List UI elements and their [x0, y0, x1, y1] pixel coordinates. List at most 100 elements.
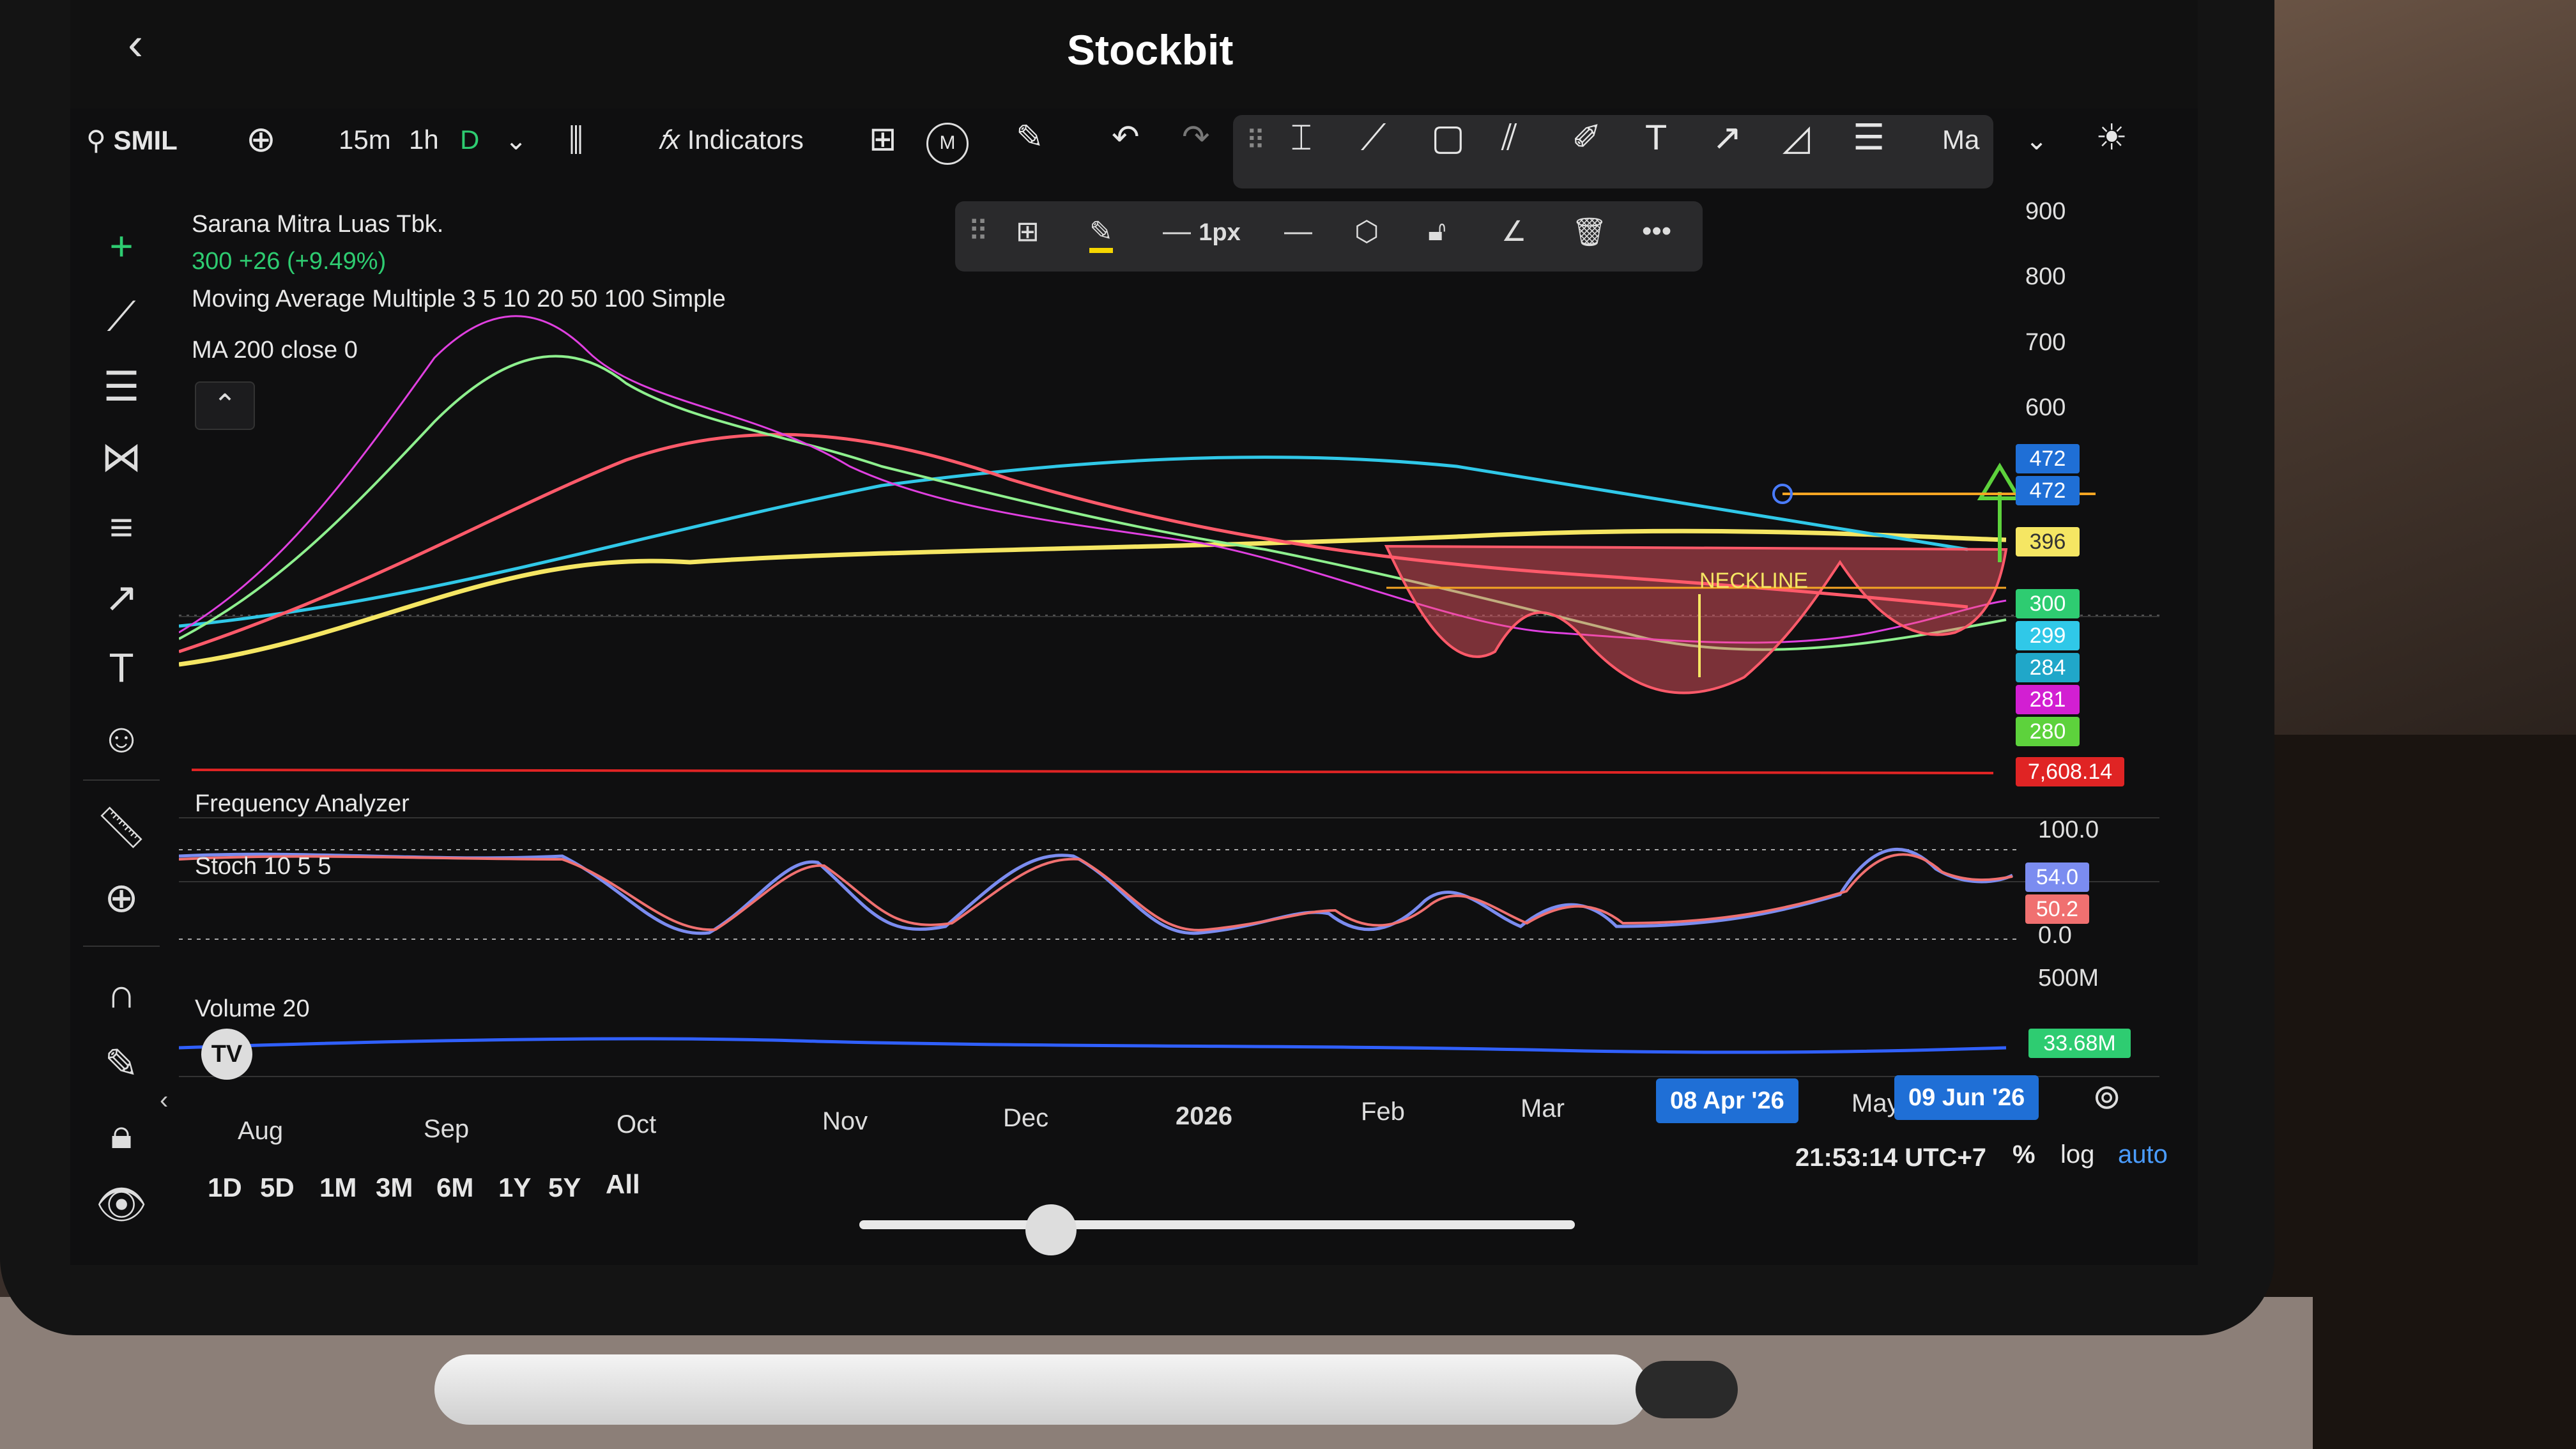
range-5y[interactable]: 5Y: [548, 1172, 581, 1203]
app-title: Stockbit: [1067, 26, 1234, 73]
volume-value-tag: 33.68M: [2028, 1029, 2131, 1058]
line-icon[interactable]: ⟋: [93, 288, 150, 345]
channel-tool-icon[interactable]: ⫽: [1501, 116, 1517, 159]
date-pill-start[interactable]: 08 Apr '26: [1656, 1078, 1798, 1123]
pattern-icon[interactable]: ⋈: [93, 428, 150, 486]
auto-toggle[interactable]: auto: [2118, 1140, 2168, 1169]
collapse-legend-chevron-icon[interactable]: ⌃: [195, 381, 255, 430]
percent-toggle[interactable]: %: [2012, 1140, 2035, 1169]
crosshair-icon[interactable]: +: [93, 217, 150, 275]
symbol-search[interactable]: ⚲ SMIL: [86, 125, 178, 156]
ray-tool-icon[interactable]: ↗: [1712, 116, 1742, 158]
interval-dropdown-chevron-icon[interactable]: ⌄: [505, 125, 527, 156]
time-axis-label: Feb: [1361, 1098, 1405, 1126]
clock-timezone[interactable]: 21:53:14 UTC+7: [1795, 1144, 1986, 1172]
time-axis-label: Sep: [424, 1115, 470, 1143]
time-axis-label: May: [1851, 1089, 1900, 1117]
function-icon: 𝑓x: [658, 125, 680, 155]
stoch-axis-upper: 100.0: [2038, 816, 2099, 843]
range-5d[interactable]: 5D: [260, 1172, 295, 1203]
ruler-icon[interactable]: 📏︎: [93, 799, 150, 856]
interval-15m[interactable]: 15m: [339, 125, 391, 155]
interval-d[interactable]: D: [460, 125, 479, 155]
range-6m[interactable]: 6M: [436, 1172, 473, 1203]
sidebar-divider: [83, 946, 160, 947]
top-bar: ‹ Stockbit: [70, 0, 2198, 109]
indicators-button[interactable]: 𝑓x Indicators: [658, 125, 804, 156]
horizontal-lines-icon[interactable]: ☰: [93, 358, 150, 415]
undo-icon[interactable]: ↶: [1112, 118, 1140, 157]
brush-icon[interactable]: ✎: [1016, 118, 1044, 157]
zoom-in-icon[interactable]: ⊕: [93, 869, 150, 926]
add-symbol-plus-icon[interactable]: ⊕: [246, 118, 276, 160]
redo-icon[interactable]: ↷: [1182, 118, 1210, 157]
volume-label[interactable]: Volume 20: [195, 995, 310, 1023]
price-tag-472: 472: [2016, 476, 2080, 505]
rectangle-tool-icon[interactable]: ▢: [1431, 116, 1465, 158]
price-tag-284: 284: [2016, 653, 2080, 682]
text-icon[interactable]: T: [93, 639, 150, 696]
instrument-quote: 300 +26 (+9.49%): [192, 248, 387, 275]
range-1m[interactable]: 1M: [319, 1172, 356, 1203]
stylus-tip: [1636, 1361, 1738, 1418]
frequency-value-tag: 7,608.14: [2016, 757, 2124, 786]
emoji-icon[interactable]: ☺: [93, 709, 150, 767]
background-wallpaper: [2223, 0, 2576, 735]
fib-tool-icon[interactable]: ☰: [1853, 116, 1885, 158]
back-chevron-icon[interactable]: ‹: [128, 18, 143, 70]
fib-levels-icon[interactable]: ≡: [93, 498, 150, 556]
time-axis-label: Dec: [1003, 1104, 1049, 1132]
cursor-text-tool-icon[interactable]: ⌶: [1291, 116, 1312, 159]
measure-line-icon[interactable]: ↗: [93, 569, 150, 626]
interval-1h[interactable]: 1h: [409, 125, 439, 155]
layout-grid-icon[interactable]: ⊞: [869, 120, 897, 158]
cup-and-handle-pattern: [1384, 544, 2008, 694]
lock-icon[interactable]: 🔒︎: [93, 1105, 150, 1163]
range-3m[interactable]: 3M: [376, 1172, 413, 1203]
price-tag-299: 299: [2016, 621, 2080, 650]
trendline-tool-icon[interactable]: ⟋: [1361, 116, 1386, 159]
ma-dropdown-chevron-icon[interactable]: ⌄: [2025, 125, 2048, 156]
stoch-d-tag: 50.2: [2025, 894, 2089, 924]
magnet-icon[interactable]: ∩: [93, 965, 150, 1022]
range-all[interactable]: All: [606, 1169, 640, 1200]
home-indicator[interactable]: [859, 1220, 1575, 1229]
chart-canvas[interactable]: NECKLINE: [179, 192, 2204, 1118]
search-icon: ⚲: [86, 125, 106, 155]
text-tool-icon[interactable]: T: [1645, 116, 1667, 158]
time-axis-label: Nov: [822, 1107, 868, 1135]
time-axis-label: 2026: [1176, 1102, 1232, 1130]
collapse-sidebar-chevron-icon[interactable]: ‹: [160, 1086, 168, 1115]
instrument-name: Sarana Mitra Luas Tbk.: [192, 211, 444, 238]
log-toggle[interactable]: log: [2060, 1140, 2094, 1169]
date-pill-end[interactable]: 09 Jun '26: [1894, 1075, 2039, 1120]
range-1d[interactable]: 1D: [208, 1172, 242, 1203]
scroll-knob[interactable]: [1025, 1204, 1077, 1255]
stoch-k-line: [179, 847, 2014, 935]
brush-tool-icon[interactable]: ✐: [1572, 116, 1602, 158]
m-badge-button[interactable]: M: [926, 123, 969, 165]
time-axis-settings-icon[interactable]: ⊚: [2092, 1077, 2121, 1117]
ma-select[interactable]: Ma: [1942, 125, 1979, 155]
tradingview-logo-icon[interactable]: TV: [201, 1029, 252, 1080]
price-tag-396: 396: [2016, 527, 2080, 556]
volume-ma-line: [179, 1037, 2007, 1054]
visibility-eye-icon[interactable]: 👁︎: [93, 1176, 150, 1233]
stoch-k-tag: 54.0: [2025, 862, 2089, 892]
range-1y[interactable]: 1Y: [498, 1172, 531, 1203]
price-axis-label: 700: [2025, 329, 2066, 356]
frequency-analyzer-label[interactable]: Frequency Analyzer: [195, 790, 410, 818]
drag-handle-icon[interactable]: ⠿: [1246, 125, 1266, 156]
candle-type-icon[interactable]: ⫼: [569, 121, 583, 159]
time-axis-label: Mar: [1521, 1094, 1565, 1123]
indicator-ma-200[interactable]: MA 200 close 0: [192, 337, 358, 364]
app-screen: ‹ Stockbit ⚲ SMIL ⊕ 15m 1h D ⌄ ⫼ 𝑓x Indi…: [70, 0, 2198, 1265]
stoch-label[interactable]: Stoch 10 5 5: [195, 853, 331, 880]
volume-axis-label: 500M: [2038, 965, 2099, 992]
indicator-ma-multiple[interactable]: Moving Average Multiple 3 5 10 20 50 100…: [192, 286, 726, 313]
stay-drawing-icon[interactable]: ✎: [93, 1035, 150, 1092]
angle-tool-icon[interactable]: ◿: [1782, 116, 1810, 158]
price-axis-label: 600: [2025, 394, 2066, 421]
settings-sun-icon[interactable]: ☀: [2096, 116, 2128, 158]
price-axis-label: 800: [2025, 263, 2066, 290]
